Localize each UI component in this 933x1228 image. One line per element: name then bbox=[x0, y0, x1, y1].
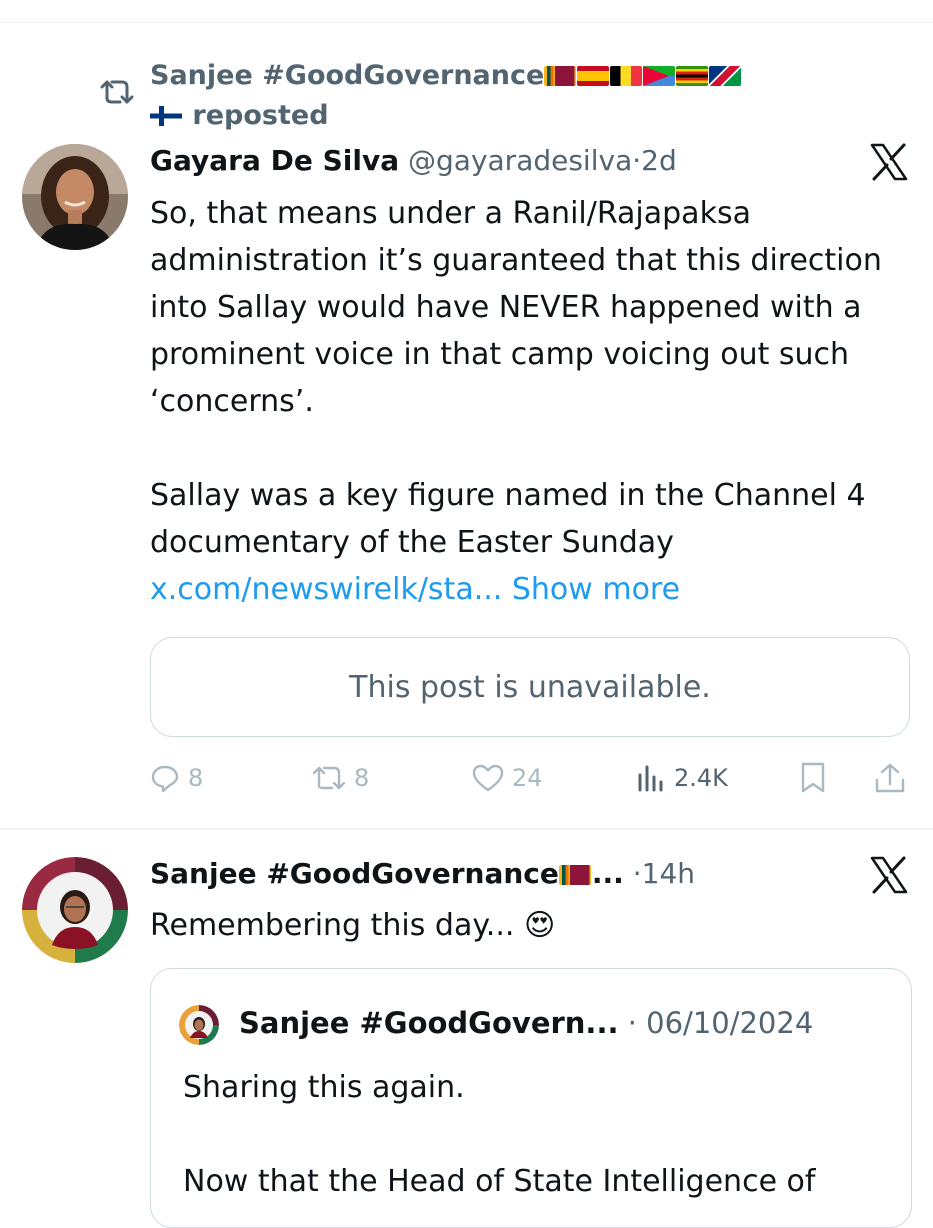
post-link[interactable]: x.com/newswirelk/sta... bbox=[150, 572, 502, 607]
views-chart-icon bbox=[638, 765, 663, 792]
quoted-post-header: Sanjee #GoodGovern... · 06/10/2024 bbox=[239, 1003, 813, 1043]
share-button[interactable] bbox=[874, 750, 906, 806]
quoted-paragraph: Sharing this again. bbox=[183, 1070, 465, 1105]
quoted-paragraph: Now that the Head of State Intelligence … bbox=[183, 1164, 816, 1199]
post-text: Sallay was a key figure named in the Cha… bbox=[150, 478, 866, 560]
repost-button[interactable]: 8 bbox=[312, 750, 369, 806]
reply-icon bbox=[151, 765, 179, 793]
reposter-name[interactable]: Sanjee #GoodGovernance bbox=[150, 60, 544, 91]
post-time[interactable]: 14h bbox=[642, 857, 695, 890]
namibia-flag-icon bbox=[709, 66, 742, 86]
heart-eyes-emoji-icon: 😍 bbox=[523, 908, 556, 943]
post-paragraph: Sallay was a key figure named in the Cha… bbox=[150, 472, 910, 613]
author-avatar[interactable] bbox=[22, 144, 128, 250]
quoted-post-body: Sharing this again. Now that the Head of… bbox=[183, 1064, 903, 1205]
post-paragraph: So, that means under a Ranil/Rajapaksa a… bbox=[150, 196, 882, 419]
action-bar: 8 8 24 2.4K bbox=[150, 750, 910, 806]
author-name[interactable]: Sanjee #GoodGovernance bbox=[150, 857, 559, 890]
unavailable-post-card: This post is unavailable. bbox=[150, 637, 910, 737]
sri-lanka-flag-icon bbox=[544, 66, 577, 86]
name-ellipsis: ... bbox=[591, 857, 624, 890]
repost-icon bbox=[312, 766, 346, 790]
views-count: 2.4K bbox=[674, 764, 728, 792]
post-header: Gayara De Silva @gayaradesilva·2d bbox=[150, 141, 677, 181]
top-divider bbox=[0, 22, 933, 23]
like-count: 24 bbox=[512, 764, 543, 792]
author-avatar[interactable] bbox=[22, 857, 128, 963]
reply-count: 8 bbox=[188, 764, 204, 792]
post-header: Sanjee #GoodGovernance... ·14h bbox=[150, 854, 695, 894]
x-logo-icon bbox=[870, 143, 908, 181]
post-body: Remembering this day... 😍 bbox=[150, 902, 850, 949]
unavailable-text: This post is unavailable. bbox=[349, 669, 711, 705]
sri-lanka-flag-icon bbox=[558, 865, 591, 885]
post-text: Remembering this day... bbox=[150, 908, 515, 943]
bookmark-button[interactable] bbox=[800, 750, 826, 806]
post-divider bbox=[0, 828, 933, 830]
heart-icon bbox=[472, 764, 504, 792]
quoted-post-date: 06/10/2024 bbox=[646, 1006, 814, 1040]
author-handle[interactable]: @gayaradesilva bbox=[408, 144, 632, 177]
share-icon bbox=[875, 763, 905, 793]
eritrea-flag-icon bbox=[643, 66, 676, 86]
zimbabwe-flag-icon bbox=[676, 66, 709, 86]
author-name[interactable]: Gayara De Silva bbox=[150, 144, 399, 177]
belgium-flag-icon bbox=[610, 66, 643, 86]
spain-flag-icon bbox=[577, 66, 610, 86]
repost-action: reposted bbox=[192, 100, 329, 131]
post-time[interactable]: 2d bbox=[641, 144, 677, 177]
like-button[interactable]: 24 bbox=[472, 750, 543, 806]
bookmark-icon bbox=[801, 762, 825, 793]
quoted-author-name: Sanjee #GoodGovern... bbox=[239, 1006, 619, 1040]
quoted-post-card[interactable]: Sanjee #GoodGovern... · 06/10/2024 Shari… bbox=[150, 968, 912, 1228]
views-button[interactable]: 2.4K bbox=[636, 750, 728, 806]
show-more-link[interactable]: Show more bbox=[512, 572, 680, 607]
separator-dot: · bbox=[627, 1006, 637, 1040]
finland-flag-icon bbox=[150, 106, 182, 126]
reply-button[interactable]: 8 bbox=[150, 750, 203, 806]
repost-label[interactable]: Sanjee #GoodGovernance reposted bbox=[150, 56, 810, 136]
post-body: So, that means under a Ranil/Rajapaksa a… bbox=[150, 190, 910, 613]
repost-icon bbox=[100, 80, 134, 104]
x-logo-icon bbox=[870, 856, 908, 894]
separator-dot: · bbox=[632, 857, 642, 890]
separator-dot: · bbox=[632, 144, 642, 177]
repost-count: 8 bbox=[354, 764, 370, 792]
quoted-author-avatar bbox=[179, 1005, 219, 1045]
